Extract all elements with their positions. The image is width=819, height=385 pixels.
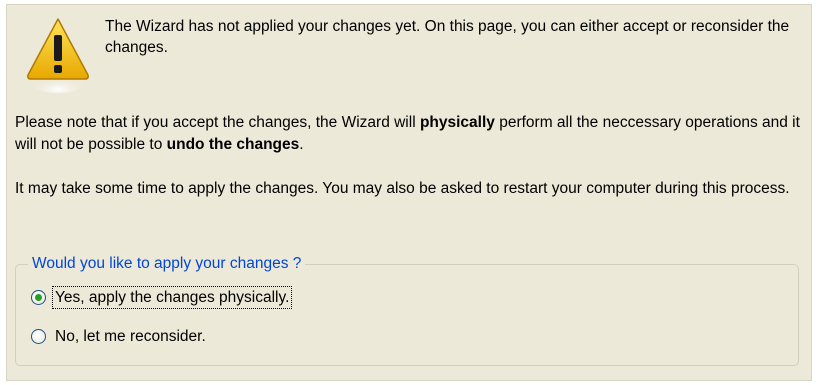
radio-label-no[interactable]: No, let me reconsider. <box>53 326 208 347</box>
time-note: It may take some time to apply the chang… <box>15 180 790 197</box>
intro-text: The Wizard has not applied your changes … <box>105 18 790 56</box>
accept-note-text: . <box>299 136 304 153</box>
radio-button-unselected[interactable] <box>31 329 46 344</box>
radio-dot-icon <box>35 294 42 301</box>
accept-note-text: Please note that if you accept the chang… <box>15 114 420 131</box>
physically-emphasis: physically <box>419 114 495 131</box>
warning-icon <box>27 18 89 93</box>
group-legend: Would you like to apply your changes ? <box>28 254 306 274</box>
radio-button-selected[interactable] <box>31 290 46 305</box>
radio-no-reconsider[interactable]: No, let me reconsider. <box>31 326 208 347</box>
radio-yes-apply[interactable]: Yes, apply the changes physically. <box>31 286 293 309</box>
apply-changes-group: Would you like to apply your changes ? Y… <box>15 254 799 366</box>
wizard-panel: The Wizard has not applied your changes … <box>6 4 812 381</box>
radio-label-yes[interactable]: Yes, apply the changes physically. <box>51 286 293 309</box>
undo-emphasis: undo the changes <box>166 136 300 153</box>
accept-note: Please note that if you accept the chang… <box>15 112 805 156</box>
